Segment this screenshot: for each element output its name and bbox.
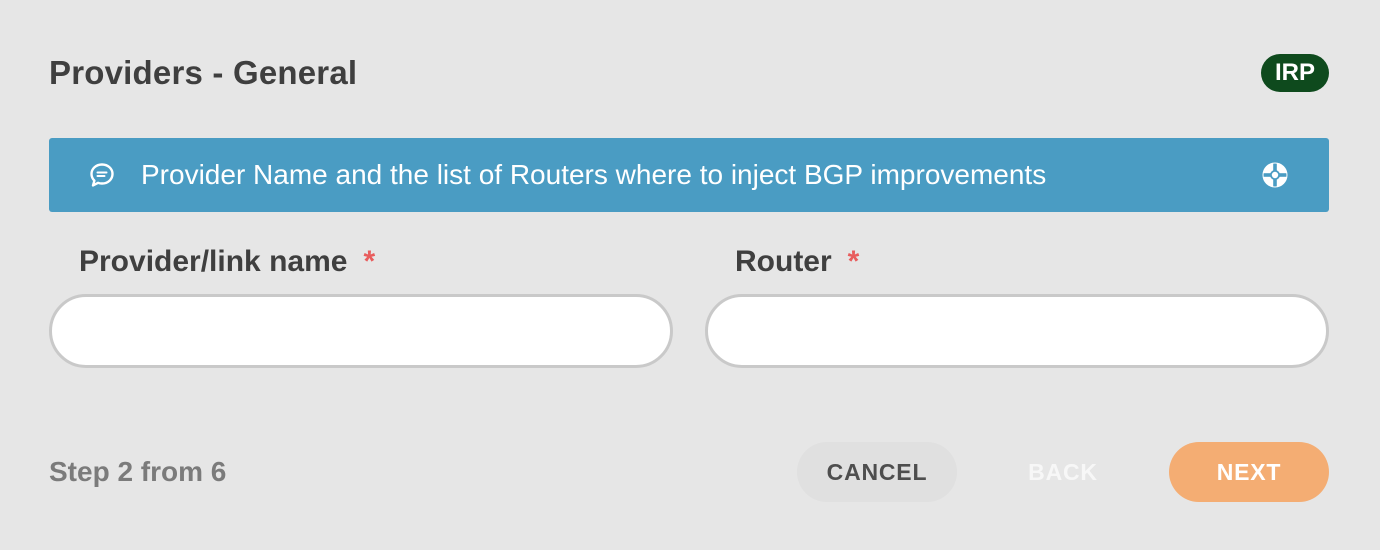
required-asterisk: * (363, 245, 376, 278)
router-label-text: Router (735, 245, 832, 278)
provider-name-label-text: Provider/link name (79, 245, 348, 278)
page-header: Providers - General IRP (49, 50, 1329, 98)
router-label: Router * (735, 245, 859, 279)
banner-text: Provider Name and the list of Routers wh… (141, 159, 1047, 190)
provider-name-label: Provider/link name * (79, 245, 375, 279)
wizard-footer: Step 2 from 6 CANCEL BACK NEXT (49, 442, 1329, 502)
provider-name-input[interactable] (49, 294, 673, 368)
required-asterisk: * (847, 245, 860, 278)
next-button[interactable]: NEXT (1169, 442, 1329, 502)
help-lifebuoy-icon[interactable] (1261, 161, 1289, 189)
step-indicator: Step 2 from 6 (49, 456, 227, 487)
info-banner: Provider Name and the list of Routers wh… (49, 138, 1329, 212)
router-input[interactable] (705, 294, 1329, 368)
page-title: Providers - General (49, 54, 358, 91)
back-button[interactable]: BACK (983, 442, 1143, 502)
chat-bubble-icon (89, 162, 115, 188)
irp-badge: IRP (1260, 54, 1329, 92)
cancel-button[interactable]: CANCEL (797, 442, 957, 502)
